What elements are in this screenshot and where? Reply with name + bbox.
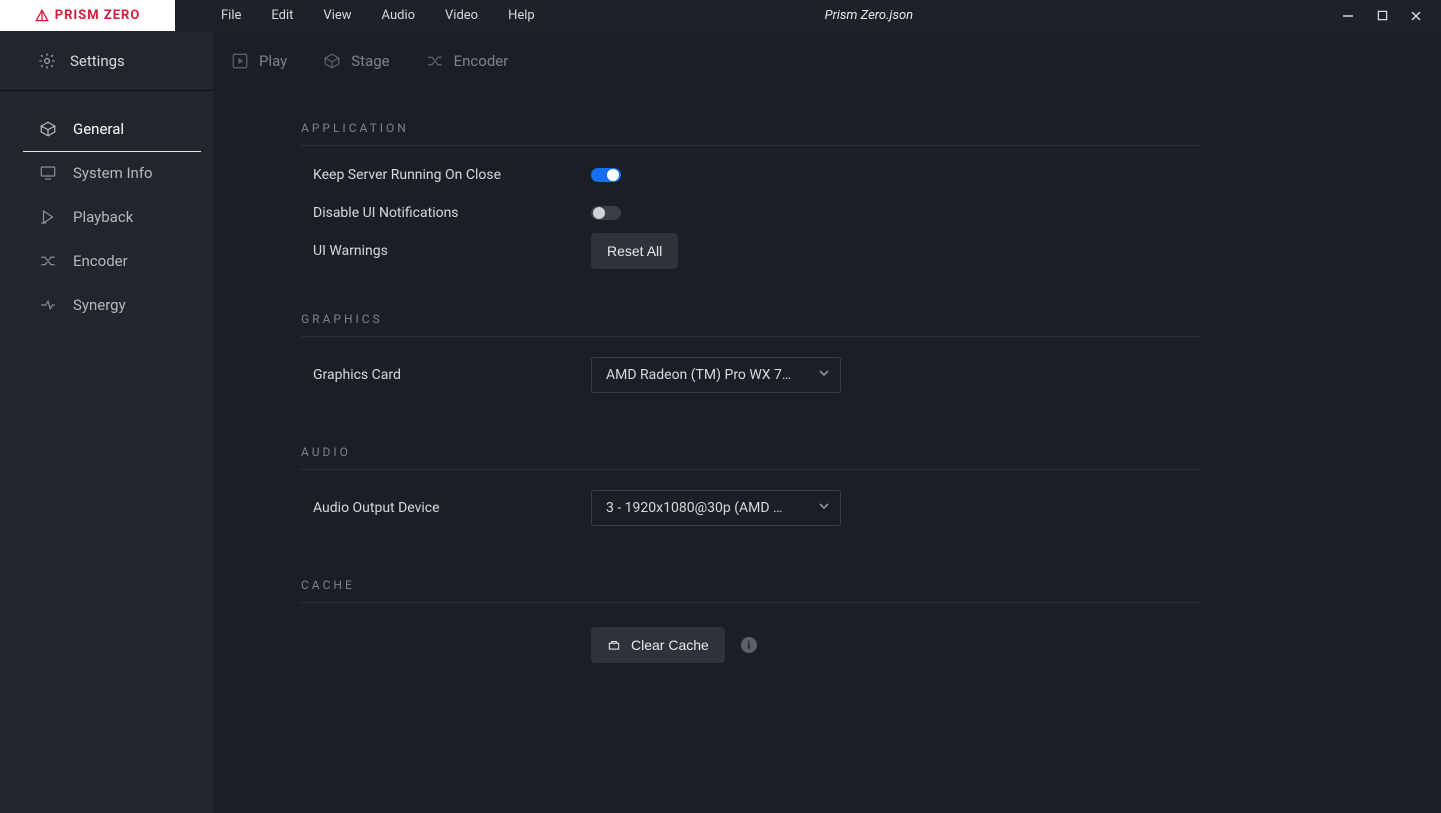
gear-icon: [38, 52, 56, 70]
label-audio-device: Audio Output Device: [301, 500, 591, 516]
clear-cache-label: Clear Cache: [631, 637, 709, 653]
settings-panel: APPLICATION Keep Server Running On Close…: [213, 91, 1441, 813]
menu-video[interactable]: Video: [445, 8, 478, 23]
menubar: File Edit View Audio Video Help: [175, 0, 535, 31]
sidebar: Settings General System Info Playback En…: [0, 31, 213, 813]
chevron-down-icon: [818, 367, 830, 383]
select-graphics-card[interactable]: AMD Radeon (TM) Pro WX 7…: [591, 357, 841, 393]
menu-help[interactable]: Help: [508, 8, 535, 23]
sidebar-item-synergy[interactable]: Synergy: [0, 283, 213, 327]
clear-cache-icon: [607, 638, 621, 652]
menu-file[interactable]: File: [221, 8, 241, 23]
sidebar-header-label: Settings: [70, 52, 125, 70]
app-name: PRISM ZERO: [55, 8, 141, 23]
menu-view[interactable]: View: [323, 8, 351, 23]
monitor-icon: [39, 164, 57, 182]
section-title-graphics: GRAPHICS: [301, 298, 1201, 337]
label-graphics-card: Graphics Card: [301, 367, 591, 383]
play-box-icon: [231, 52, 249, 70]
section-title-cache: CACHE: [301, 564, 1201, 603]
titlebar: PRISM ZERO File Edit View Audio Video He…: [0, 0, 1441, 31]
minimize-icon: [1342, 10, 1354, 22]
select-audio-device[interactable]: 3 - 1920x1080@30p (AMD …: [591, 490, 841, 526]
toggle-keep-server[interactable]: [591, 168, 621, 182]
select-graphics-card-value: AMD Radeon (TM) Pro WX 7…: [606, 367, 808, 383]
label-keep-server: Keep Server Running On Close: [301, 167, 591, 183]
window-close-button[interactable]: [1409, 9, 1423, 23]
sidebar-item-label: Synergy: [73, 296, 126, 314]
sidebar-nav: General System Info Playback Encoder Syn…: [0, 91, 213, 327]
window-minimize-button[interactable]: [1341, 9, 1355, 23]
reset-all-button[interactable]: Reset All: [591, 233, 678, 269]
tab-label: Play: [259, 52, 287, 70]
shuffle-icon: [39, 252, 57, 270]
cube-icon: [323, 52, 341, 70]
sidebar-item-label: System Info: [73, 164, 153, 182]
select-audio-device-value: 3 - 1920x1080@30p (AMD …: [606, 500, 808, 516]
document-title: Prism Zero.json: [535, 0, 1323, 31]
window-controls: [1323, 0, 1441, 31]
clear-cache-button[interactable]: Clear Cache: [591, 627, 725, 663]
sidebar-item-system-info[interactable]: System Info: [0, 151, 213, 195]
play-arrow-icon: [39, 208, 57, 226]
sidebar-item-label: General: [73, 120, 124, 138]
info-icon[interactable]: i: [741, 637, 757, 653]
cube-icon: [39, 120, 57, 138]
sidebar-item-playback[interactable]: Playback: [0, 195, 213, 239]
toggle-disable-notifications[interactable]: [591, 206, 621, 220]
sidebar-item-label: Encoder: [73, 252, 128, 270]
shuffle-icon: [426, 52, 444, 70]
window-maximize-button[interactable]: [1375, 9, 1389, 23]
sidebar-item-label: Playback: [73, 208, 133, 226]
menu-edit[interactable]: Edit: [271, 8, 293, 23]
tab-label: Stage: [351, 52, 389, 70]
section-title-application: APPLICATION: [301, 107, 1201, 146]
maximize-icon: [1377, 10, 1388, 21]
prism-logo-icon: [35, 9, 49, 23]
section-title-audio: AUDIO: [301, 431, 1201, 470]
app-logo: PRISM ZERO: [0, 0, 175, 31]
sidebar-item-general[interactable]: General: [0, 107, 213, 151]
sidebar-header: Settings: [0, 31, 213, 91]
label-disable-notifications: Disable UI Notifications: [301, 205, 591, 221]
tab-label: Encoder: [454, 52, 509, 70]
synergy-icon: [39, 296, 57, 314]
content: Play Stage Encoder APPLICATION Keep Serv…: [213, 31, 1441, 813]
tab-encoder[interactable]: Encoder: [422, 46, 513, 76]
menu-audio[interactable]: Audio: [382, 8, 415, 23]
chevron-down-icon: [818, 500, 830, 516]
tab-stage[interactable]: Stage: [319, 46, 393, 76]
sidebar-item-encoder[interactable]: Encoder: [0, 239, 213, 283]
close-icon: [1410, 10, 1422, 22]
tab-play[interactable]: Play: [227, 46, 291, 76]
label-ui-warnings: UI Warnings: [301, 243, 591, 259]
content-tabs: Play Stage Encoder: [213, 31, 1441, 91]
